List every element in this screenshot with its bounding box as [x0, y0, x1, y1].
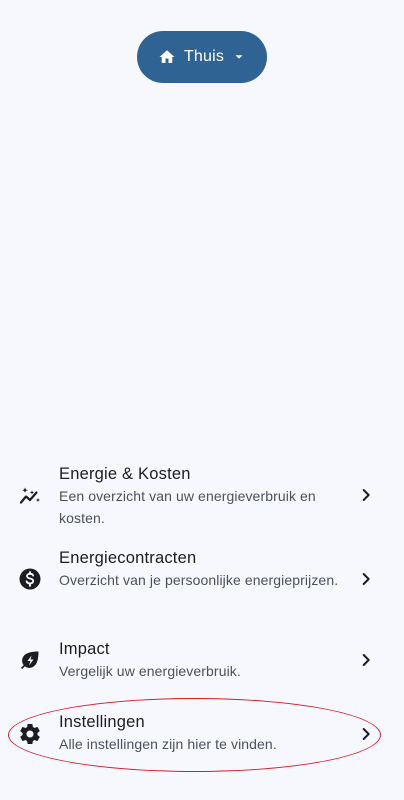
menu-item-impact[interactable]: Impact Vergelijk uw energieverbruik.	[0, 630, 404, 692]
dollar-circle-icon	[19, 568, 41, 590]
gear-icon	[20, 724, 40, 745]
menu-item-subtitle: Overzicht van je persoonlijke energiepri…	[59, 572, 339, 588]
app-screen: Thuis Energie & Kosten Een overzicht van…	[0, 0, 404, 800]
chevron-right-icon	[362, 573, 370, 585]
menu-item-energie-kosten[interactable]: Energie & Kosten Een overzicht van uw en…	[0, 456, 404, 536]
home-icon	[159, 50, 175, 63]
menu-item-subtitle: Alle instellingen zijn hier te vinden.	[59, 736, 277, 752]
menu-item-title: Energiecontracten	[59, 549, 197, 567]
eco-leaf-bolt-icon	[21, 651, 39, 669]
menu-item-title: Energie & Kosten	[59, 465, 191, 483]
chevron-right-icon	[362, 728, 370, 740]
energy-sparkle-chart-icon	[19, 487, 40, 504]
location-selector-button[interactable]: Thuis	[137, 31, 267, 83]
location-selector-label: Thuis	[183, 48, 225, 65]
chevron-right-icon	[362, 654, 370, 666]
menu-item-subtitle: Een overzicht van uw energieverbruik en …	[59, 488, 316, 526]
chevron-right-icon	[362, 489, 370, 501]
menu-item-title: Instellingen	[59, 713, 145, 731]
menu-item-energiecontracten[interactable]: Energiecontracten Overzicht van je perso…	[0, 541, 404, 621]
menu-item-title: Impact	[59, 640, 110, 658]
caret-down-icon	[235, 55, 243, 59]
menu-item-instellingen[interactable]: Instellingen Alle instellingen zijn hier…	[0, 706, 404, 768]
menu-item-subtitle: Vergelijk uw energieverbruik.	[59, 663, 241, 679]
